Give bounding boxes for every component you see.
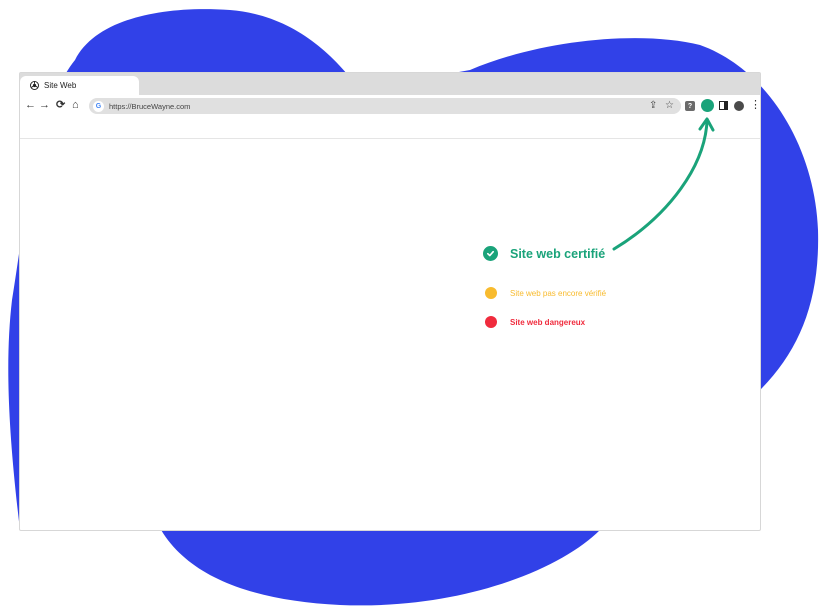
reload-icon[interactable]: ⟳ xyxy=(56,99,65,112)
yellow-dot-icon xyxy=(485,287,497,299)
address-bar[interactable]: G https://BruceWayne.com ⇪ ☆ xyxy=(89,98,681,114)
browser-toolbar: ← → ⟳ ⌂ G https://BruceWayne.com ⇪ ☆ ? ⋮ xyxy=(20,95,761,117)
share-icon[interactable]: ⇪ xyxy=(649,98,657,114)
legend-pending: Site web pas encore vérifié xyxy=(485,287,606,299)
home-icon[interactable]: ⌂ xyxy=(72,99,79,112)
site-favicon-icon: G xyxy=(93,100,104,112)
legend-danger-label: Site web dangereux xyxy=(510,317,586,327)
legend-certified-label: Site web certifié xyxy=(510,246,606,261)
check-circle-icon xyxy=(483,246,498,261)
green-status-extension-icon[interactable] xyxy=(701,99,714,112)
red-dot-icon xyxy=(485,316,497,328)
url-text: https://BruceWayne.com xyxy=(109,101,191,111)
tab-strip: Site Web xyxy=(20,73,760,95)
toolbar-divider xyxy=(20,138,760,139)
forward-arrow-icon[interactable]: → xyxy=(39,99,50,112)
menu-kebab-icon[interactable]: ⋮ xyxy=(750,98,761,112)
legend-certified: Site web certifié xyxy=(483,246,605,261)
tab-title: Site Web xyxy=(44,81,77,90)
extension-puzzle-icon[interactable]: ? xyxy=(685,101,695,111)
chrome-logo-icon xyxy=(30,81,39,90)
browser-window: Site Web ← → ⟳ ⌂ G https://BruceWayne.co… xyxy=(19,72,761,531)
browser-tab[interactable]: Site Web xyxy=(20,76,139,95)
side-panel-icon[interactable] xyxy=(719,101,728,110)
bookmark-star-icon[interactable]: ☆ xyxy=(665,98,674,114)
legend-danger: Site web dangereux xyxy=(485,316,585,328)
back-arrow-icon[interactable]: ← xyxy=(25,99,36,112)
legend-pending-label: Site web pas encore vérifié xyxy=(510,288,607,298)
profile-avatar-icon[interactable] xyxy=(734,101,744,111)
